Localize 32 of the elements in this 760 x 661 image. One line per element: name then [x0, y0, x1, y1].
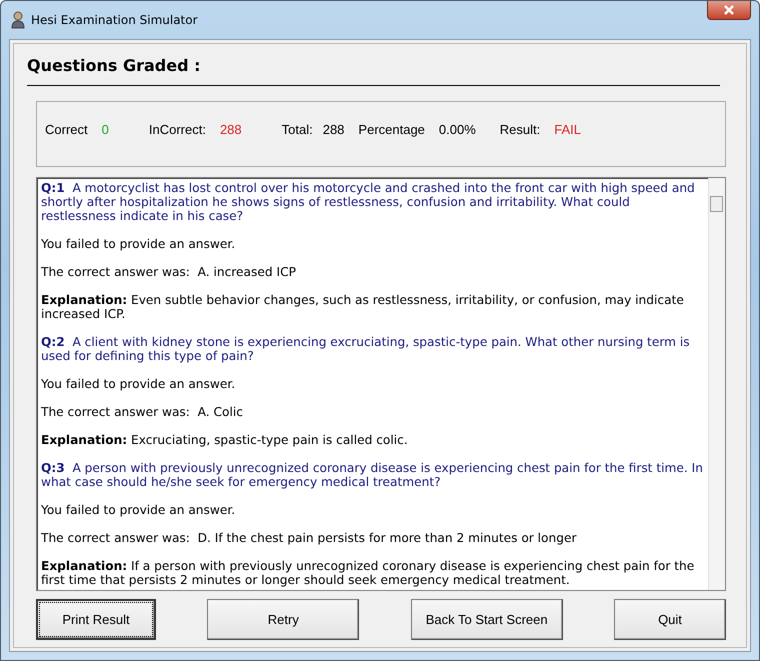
explanation-text: Explanation: Excruciating, spastic-type pain is called colic. [41, 433, 409, 447]
section-heading: Questions Graded : [27, 52, 720, 86]
action-button[interactable]: Print Result [36, 599, 156, 640]
stat-label: Percentage [358, 122, 425, 136]
stat-label: Correct [45, 122, 88, 136]
action-button[interactable]: Back To Start Screen [410, 599, 563, 640]
stat-value: 0.00% [438, 122, 476, 136]
answer-text: The correct answer was: D. If the chest pain persists for more than 2 minutes or longer [41, 531, 578, 545]
stat-label: InCorrect: [148, 122, 206, 136]
stat-label: Result: [500, 122, 540, 136]
question-text: Q:3 A person with previously unrecognized coronary disease is experiencing chest pain for the first time. In what case should he/she seek for emergency medical treatment? [41, 461, 704, 489]
answer-text: The correct answer was: A. increased ICP [41, 265, 297, 279]
status-text: You failed to provide an answer. [41, 377, 236, 391]
explanation-text: Explanation: Even subtle behavior changes, such as restlessness, irritability, or confusion, may indicate increased ICP. [41, 293, 685, 321]
stat-value: 0 [102, 122, 109, 136]
action-button[interactable]: Quit [614, 599, 726, 640]
question-text: Q:1 A motorcyclist has lost control over his motorcycle and crashed into the front car with high speed and shortly after hospitalization he shows signs of restlessness, confusion and irritability. What could restlessness indicate in his case? [41, 181, 696, 223]
status-text: You failed to provide an answer. [41, 503, 236, 517]
action-button[interactable]: Retry [207, 599, 360, 640]
stat-value: 288 [220, 122, 242, 136]
scrollbar[interactable] [708, 178, 725, 590]
close-button[interactable] [707, 1, 751, 20]
close-icon[interactable] [723, 5, 735, 15]
person-icon [11, 11, 25, 29]
status-text: You failed to provide an answer. [41, 237, 236, 251]
question-text: Q:2 A client with kidney stone is experiencing excruciating, spastic-type pain. What other nursing term is used for defining this type of pain? [41, 335, 691, 363]
explanation-text: Explanation: If a person with previously unrecognized coronary disease is experiencing chest pain for the first time that persists 2 minutes or longer should seek emergency medical treatment. [41, 559, 696, 587]
stat-value: FAIL [554, 122, 582, 136]
window-title: Hesi Examination Simulator [31, 13, 198, 27]
answer-text: The correct answer was: A. Colic [41, 405, 244, 419]
stat-value: 288 [322, 122, 344, 136]
stat-label: Total: [282, 122, 313, 136]
